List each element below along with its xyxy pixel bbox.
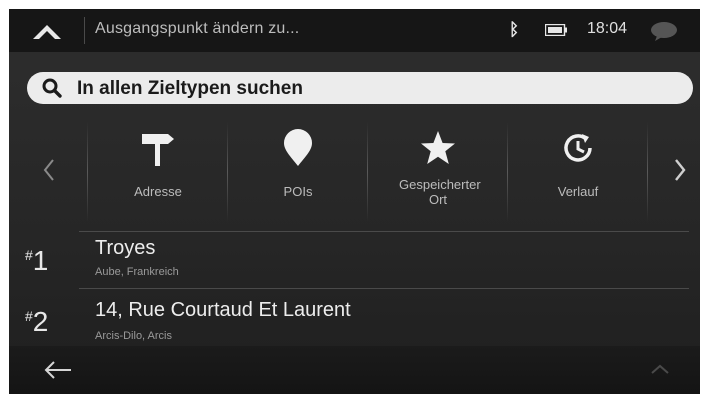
result-title: Troyes (95, 237, 156, 259)
divider (507, 122, 508, 222)
destination-type-carousel: Adresse POIs Gespeicherter Ort Verlauf (9, 118, 700, 230)
collapse-chevron-icon[interactable] (27, 17, 67, 45)
divider (227, 122, 228, 222)
tile-label: Verlauf (557, 184, 599, 199)
tile-label: Gespeicherter Ort (399, 177, 481, 207)
result-rank: #1 (25, 245, 49, 276)
divider (87, 122, 88, 222)
back-arrow-icon[interactable] (41, 358, 75, 382)
result-subtitle: Aube, Frankreich (95, 266, 179, 278)
star-icon (421, 131, 455, 164)
tile-history[interactable]: Verlauf (509, 118, 647, 226)
tile-saved-place[interactable]: Gespeicherter Ort (369, 118, 507, 226)
tile-address[interactable]: Adresse (89, 118, 227, 226)
signpost-icon (142, 134, 174, 166)
history-clock-icon (564, 134, 592, 162)
clock: 18:04 (587, 20, 628, 37)
battery-icon (545, 24, 567, 36)
bottom-bar (9, 346, 700, 394)
tile-pois[interactable]: POIs (229, 118, 367, 226)
search-field[interactable]: In allen Zieltypen suchen (27, 72, 693, 104)
search-icon (42, 78, 62, 98)
chevron-left-icon[interactable] (34, 150, 64, 190)
location-pin-icon (284, 129, 312, 166)
tile-label: Adresse (134, 184, 182, 199)
divider (647, 122, 648, 222)
divider (79, 231, 689, 232)
search-placeholder: In allen Zieltypen suchen (77, 78, 303, 99)
bluetooth-icon: ᛒ (509, 20, 520, 39)
result-rank: #2 (25, 306, 49, 337)
page-title: Ausgangspunkt ändern zu... (95, 20, 300, 37)
chevron-right-icon[interactable] (665, 150, 695, 190)
tile-label: POIs (283, 184, 313, 199)
status-bar: Ausgangspunkt ändern zu... ᛒ 18:04 (9, 9, 700, 52)
result-title: 14, Rue Courtaud Et Laurent (95, 299, 351, 321)
divider (84, 17, 85, 44)
divider (79, 288, 689, 289)
message-bubble-icon[interactable] (649, 21, 679, 41)
navigation-screen: Ausgangspunkt ändern zu... ᛒ 18:04 In al… (9, 9, 700, 394)
result-subtitle: Arcis-Dilo, Arcis (95, 330, 173, 342)
divider (367, 122, 368, 222)
chevron-up-icon[interactable] (649, 362, 671, 376)
